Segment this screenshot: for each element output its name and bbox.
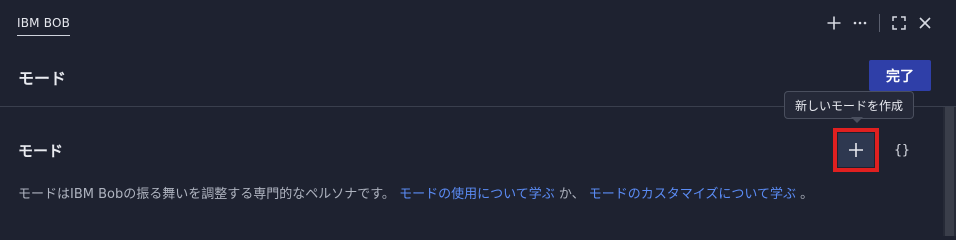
description-text: か、	[558, 187, 585, 202]
tab-actions	[821, 11, 938, 35]
fullscreen-icon[interactable]	[886, 11, 912, 35]
section-title: モード	[18, 142, 64, 160]
tab-ibm-bob[interactable]: IBM BOB	[17, 16, 71, 36]
section-description: モードはIBM Bobの振る舞いを調整する専門的なペルソナです。 モードの使用に…	[18, 184, 928, 206]
description-text: 。	[800, 187, 814, 202]
close-icon[interactable]	[912, 11, 938, 35]
scrollbar[interactable]	[943, 107, 956, 236]
tooltip-arrow	[851, 117, 863, 123]
edit-json-button[interactable]: {}	[888, 138, 916, 162]
plus-icon[interactable]	[821, 11, 847, 35]
ellipsis-icon[interactable]	[847, 11, 873, 35]
add-mode-button[interactable]	[833, 128, 879, 172]
learn-customizing-modes-link[interactable]: モードのカスタマイズについて学ぶ	[589, 187, 796, 202]
page-title: モード	[18, 69, 67, 88]
learn-using-modes-link[interactable]: モードの使用について学ぶ	[399, 187, 555, 202]
add-mode-tooltip: 新しいモードを作成	[784, 91, 915, 119]
mode-settings-panel: IBM BOB モード 完了 モード {} 新しいモードを作成 モードはIBM …	[0, 0, 956, 236]
divider	[879, 14, 880, 32]
plus-icon	[849, 143, 863, 157]
description-text: モードはIBM Bobの振る舞いを調整する専門的なペルソナです。	[18, 187, 395, 202]
tab-bar: IBM BOB	[0, 0, 956, 46]
done-button[interactable]: 完了	[869, 60, 931, 91]
scrollbar-thumb[interactable]	[945, 107, 954, 236]
